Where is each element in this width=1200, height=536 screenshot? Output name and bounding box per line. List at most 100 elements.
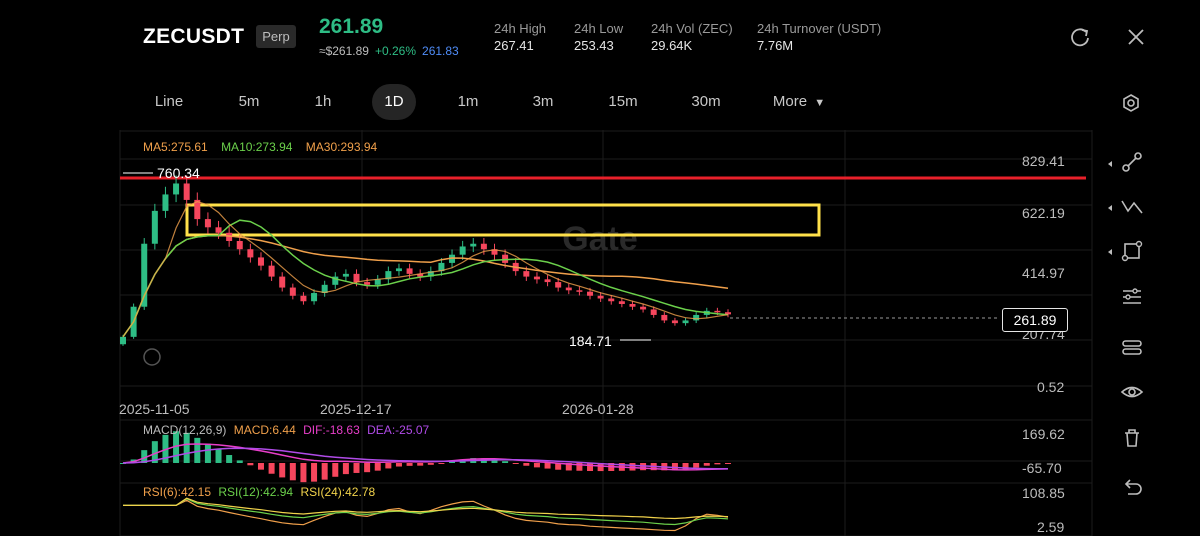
macd-bar (438, 463, 445, 464)
macd-value: MACD:6.44 (233, 423, 296, 437)
undo-icon[interactable] (1118, 474, 1146, 502)
close-icon[interactable] (1125, 26, 1147, 48)
tab-5m[interactable]: 5m (226, 84, 272, 120)
interval-tabs: Line 5m 1h 1D 1m 3m 15m 30m More ▼ (0, 84, 1200, 120)
macd-bar (427, 463, 434, 465)
tab-1m[interactable]: 1m (445, 84, 491, 120)
tab-15m[interactable]: 15m (598, 84, 648, 120)
macd-title: MACD(12,26,9) (143, 423, 227, 437)
candle (629, 303, 636, 307)
y-tick: 622.19 (1022, 205, 1065, 221)
macd-bar (226, 455, 233, 463)
collapse-arrow-icon[interactable] (1106, 204, 1114, 212)
candle (215, 227, 222, 233)
macd-bar (395, 463, 402, 467)
macd-bar (502, 461, 509, 463)
macd-bar (300, 463, 307, 483)
collapse-arrow-icon[interactable] (1106, 160, 1114, 168)
candle (693, 314, 700, 321)
macd-bar (257, 463, 264, 470)
macd-bar (714, 463, 721, 465)
macd-bar (236, 460, 243, 463)
candle (587, 291, 594, 296)
macd-bar (725, 463, 731, 464)
candle (183, 183, 190, 200)
settings-icon[interactable] (1120, 92, 1142, 114)
macd-bar (544, 463, 551, 469)
price-subline: ≈$261.89 +0.26% 261.83 (319, 44, 459, 58)
market-header: ZECUSDT Perp 261.89 ≈$261.89 +0.26% 261.83… (0, 0, 1200, 75)
current-price-tag: 261.89 (1002, 308, 1068, 332)
macd-bar (385, 463, 392, 469)
macd-bar (279, 463, 286, 478)
caret-down-icon: ▼ (814, 97, 826, 109)
macd-bar (289, 463, 296, 481)
candle (300, 295, 307, 302)
change-percent: +0.26% (374, 44, 417, 58)
candle (470, 243, 477, 247)
stat-label: 24h Vol (ZEC) (651, 21, 733, 36)
macd-y-top: 169.62 (1022, 426, 1065, 442)
rsi-y-bottom: 2.59 (1037, 519, 1065, 535)
collapse-arrow-icon[interactable] (1106, 248, 1114, 256)
macd-bar (523, 463, 530, 466)
tab-1h[interactable]: 1h (300, 84, 346, 120)
ma5-label: MA5:275.61 (143, 140, 208, 154)
ma10-label: MA10:273.94 (221, 140, 293, 154)
chart-area[interactable]: Gate MA5:275.61 MA10:273.94 MA30:293.94 … (0, 130, 1200, 536)
candle (406, 268, 413, 274)
stat-value: 7.76M (757, 38, 794, 53)
trash-icon[interactable] (1118, 424, 1146, 452)
macd-bar (194, 437, 201, 463)
candle (257, 257, 264, 266)
rsi-legend: RSI(6):42.15 RSI(12):42.94 RSI(24):42.78 (143, 485, 375, 499)
dea-value: DEA:-25.07 (367, 423, 430, 437)
sliders-icon[interactable] (1118, 282, 1146, 310)
stat-value: 253.43 (574, 38, 614, 53)
ma-legend: MA5:275.61 MA10:273.94 MA30:293.94 (143, 140, 377, 154)
tab-1d[interactable]: 1D (372, 84, 416, 120)
candle (555, 282, 562, 288)
candle (597, 295, 604, 299)
tab-line[interactable]: Line (145, 84, 193, 120)
candle (342, 273, 349, 277)
macd-bar (364, 463, 371, 473)
dif-value: DIF:-18.63 (303, 423, 360, 437)
macd-bar (183, 432, 190, 463)
shape-tool-icon[interactable] (1118, 237, 1146, 265)
macd-panel (120, 431, 731, 483)
more-intervals-button[interactable]: More ▼ (766, 84, 832, 120)
dea-line (122, 447, 728, 470)
macd-bar (703, 463, 710, 466)
trend-line-tool-icon[interactable] (1118, 148, 1146, 176)
stat-label: 24h Low (574, 21, 624, 36)
candle (247, 249, 254, 258)
high-annotation: 760.34 (157, 165, 200, 181)
candle (661, 314, 668, 321)
symbol-title[interactable]: ZECUSDT (143, 25, 244, 49)
low-annotation: 184.71 (569, 333, 612, 349)
last-price: 261.89 (319, 15, 384, 38)
candle (311, 293, 318, 302)
ma30-label: MA30:293.94 (305, 140, 378, 154)
rotate-screen-icon[interactable] (1069, 26, 1091, 48)
layers-icon[interactable] (1118, 333, 1146, 361)
tab-30m[interactable]: 30m (681, 84, 731, 120)
candle (523, 271, 530, 277)
candle (533, 276, 540, 280)
candle (480, 243, 487, 250)
stat-value: 267.41 (494, 38, 534, 53)
candle (289, 287, 296, 296)
candles (120, 175, 731, 346)
macd-bar (587, 463, 594, 472)
candle (714, 310, 721, 313)
zigzag-tool-icon[interactable] (1118, 193, 1146, 221)
stat-value: 29.64K (651, 38, 693, 53)
macd-bar (512, 463, 519, 464)
candle (279, 276, 286, 288)
eye-icon[interactable] (1118, 378, 1146, 406)
candle (565, 287, 572, 291)
resistance-box[interactable] (185, 203, 821, 237)
candle (236, 240, 243, 250)
tab-3m[interactable]: 3m (520, 84, 566, 120)
